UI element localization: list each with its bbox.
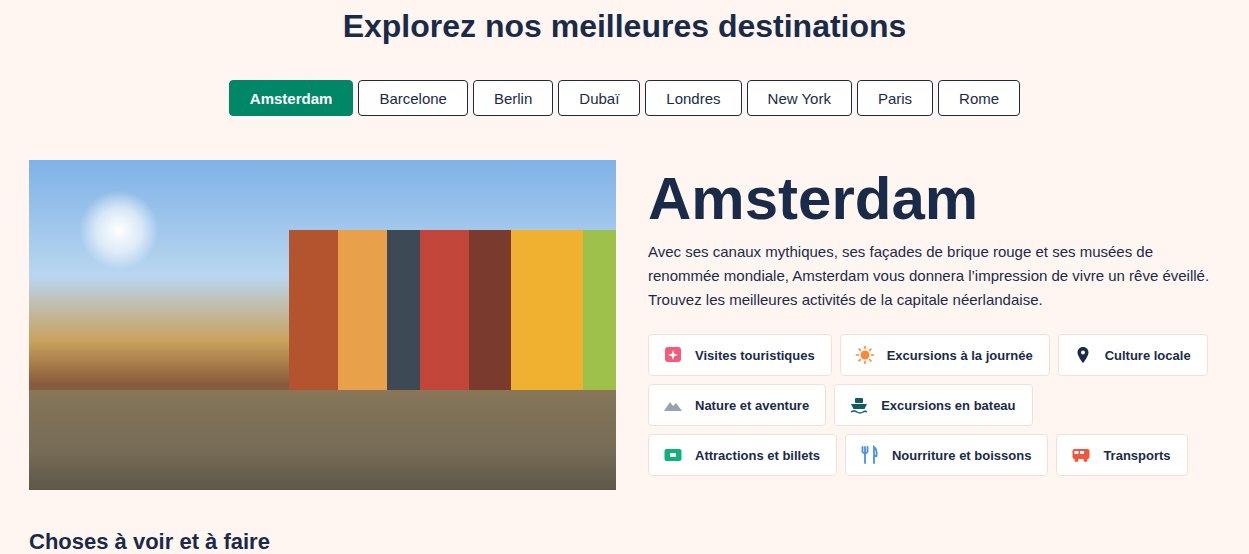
destination-tab[interactable]: Rome bbox=[938, 80, 1020, 116]
destination-panel: Amsterdam Avec ses canaux mythiques, ses… bbox=[0, 160, 1249, 490]
destination-tab[interactable]: Barcelone bbox=[358, 80, 468, 116]
section-title: Choses à voir et à faire bbox=[29, 528, 1249, 554]
sun-icon bbox=[855, 345, 875, 365]
destination-info: Amsterdam Avec ses canaux mythiques, ses… bbox=[648, 160, 1229, 490]
destination-tab[interactable]: Dubaï bbox=[558, 80, 640, 116]
boat-icon bbox=[849, 395, 869, 415]
category-chip[interactable]: Nourriture et boissons bbox=[845, 434, 1048, 476]
page-title: Explorez nos meilleures destinations bbox=[0, 0, 1249, 46]
category-chip[interactable]: Excursions à la journée bbox=[840, 334, 1050, 376]
category-list: Visites touristiques Excursions à la jou… bbox=[648, 334, 1220, 476]
category-chip[interactable]: Excursions en bateau bbox=[834, 384, 1032, 426]
destinations-page: Explorez nos meilleures destinations Ams… bbox=[0, 0, 1249, 554]
destination-photo bbox=[29, 160, 616, 490]
pin-icon bbox=[1073, 345, 1093, 365]
category-chip[interactable]: Visites touristiques bbox=[648, 334, 832, 376]
destination-tab[interactable]: Amsterdam bbox=[229, 80, 354, 116]
destination-tab[interactable]: Londres bbox=[645, 80, 741, 116]
destination-tab[interactable]: Berlin bbox=[473, 80, 553, 116]
destination-name: Amsterdam bbox=[648, 166, 1229, 232]
destination-tab[interactable]: New York bbox=[747, 80, 852, 116]
category-chip[interactable]: Transports bbox=[1056, 434, 1187, 476]
mountain-icon bbox=[663, 395, 683, 415]
sparkle-icon bbox=[663, 345, 683, 365]
category-chip[interactable]: Culture locale bbox=[1058, 334, 1208, 376]
category-chip[interactable]: Attractions et billets bbox=[648, 434, 837, 476]
fork-icon bbox=[860, 445, 880, 465]
bus-icon bbox=[1071, 445, 1091, 465]
category-chip[interactable]: Nature et aventure bbox=[648, 384, 826, 426]
destination-description: Avec ses canaux mythiques, ses façades d… bbox=[648, 240, 1228, 312]
destination-tabs: AmsterdamBarceloneBerlinDubaïLondresNew … bbox=[0, 80, 1249, 116]
destination-tab[interactable]: Paris bbox=[857, 80, 933, 116]
ticket-icon bbox=[663, 445, 683, 465]
